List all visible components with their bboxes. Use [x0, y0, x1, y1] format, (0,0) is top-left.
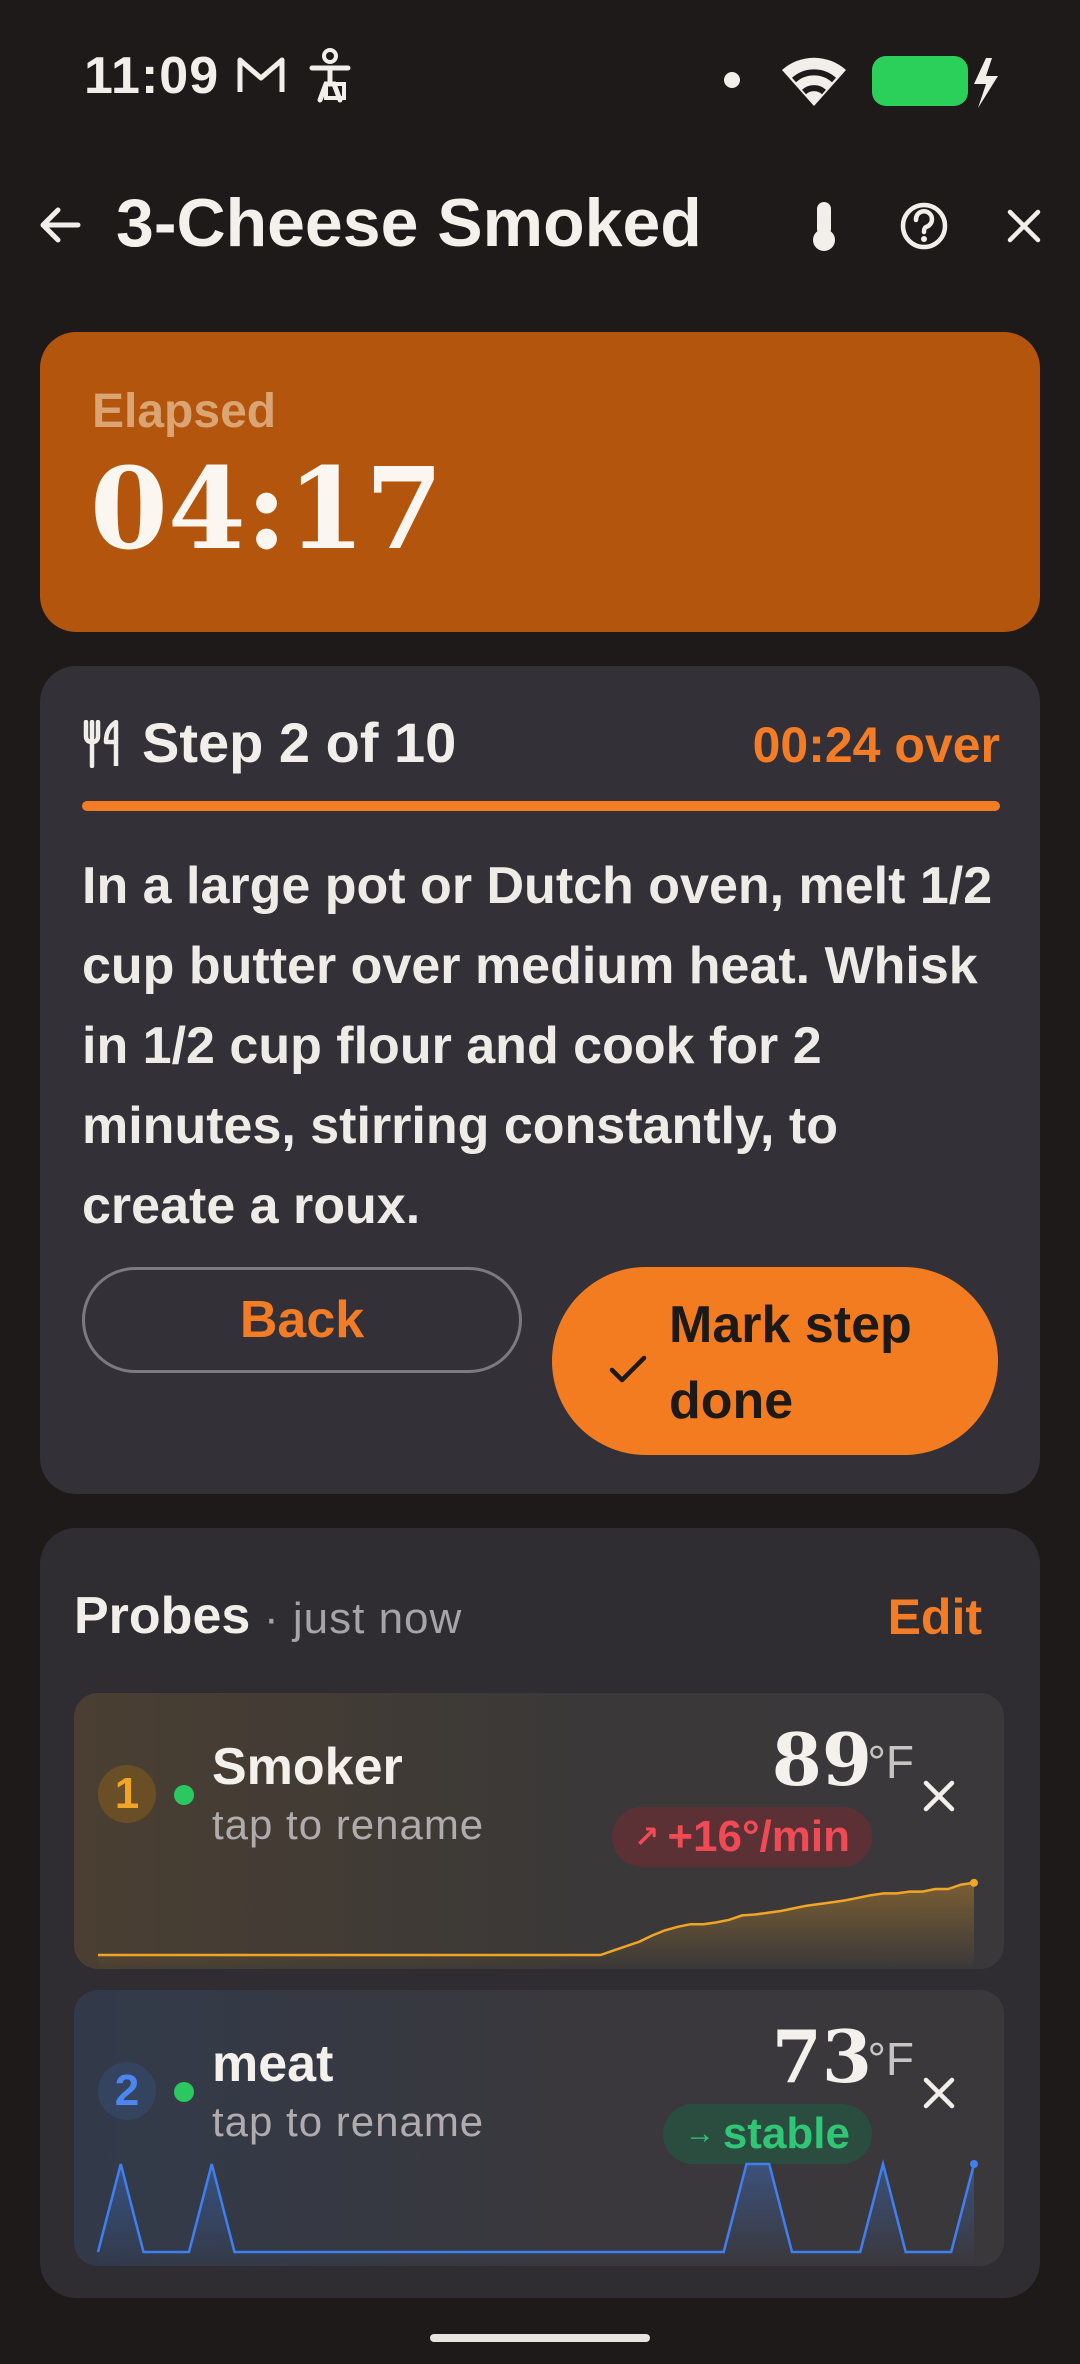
- probe-temperature: 73: [771, 2014, 872, 2099]
- probe-temperature: 89: [771, 1717, 872, 1802]
- probes-card: Probes · just now Edit 1 Smoker tap to r…: [40, 1528, 1040, 2298]
- probe-item[interactable]: 2 meat tap to rename 73 °F → stable: [74, 1990, 1004, 2266]
- probe-trend: stable: [722, 2109, 850, 2158]
- step-card: Step 2 of 10 00:24 over In a large pot o…: [40, 666, 1040, 1494]
- utensils-icon: [82, 716, 122, 781]
- elapsed-label: Elapsed: [92, 385, 277, 438]
- page-title: 3-Cheese Smoked: [116, 185, 702, 261]
- sparkline-latest-point: [970, 2160, 978, 2168]
- probe-connected-dot: [174, 1785, 194, 1805]
- remove-probe-icon[interactable]: [914, 2068, 964, 2118]
- probe-trend-badge: → stable: [662, 2104, 872, 2164]
- remove-probe-icon[interactable]: [914, 1771, 964, 1821]
- home-indicator[interactable]: [430, 2334, 650, 2342]
- trend-up-icon: ↗: [634, 1820, 660, 1854]
- elapsed-timer-card: Elapsed 04:17: [40, 332, 1040, 632]
- probe-sparkline: [98, 1878, 978, 1969]
- sparkline-latest-point: [970, 1878, 978, 1887]
- probe-unit: °F: [867, 1736, 915, 1788]
- status-bar: 11:09: [0, 0, 1080, 160]
- step-header: Step 2 of 10: [82, 710, 456, 781]
- probe-number: 2: [98, 2062, 156, 2120]
- probe-rename-hint: tap to rename: [212, 1801, 485, 1848]
- step-title: Step 2 of 10: [142, 711, 457, 774]
- back-arrow-icon[interactable]: [36, 200, 86, 250]
- probe-name[interactable]: meat: [212, 2034, 333, 2094]
- probe-rename-hint: tap to rename: [212, 2098, 485, 2145]
- thermometer-icon[interactable]: [796, 198, 852, 254]
- step-progress-bar: [82, 801, 1000, 811]
- probe-sparkline: [96, 2159, 978, 2266]
- mark-step-done-button[interactable]: Mark step done: [552, 1267, 998, 1455]
- close-icon[interactable]: [996, 198, 1052, 254]
- accessibility-icon: [306, 48, 354, 109]
- step-instruction: In a large pot or Dutch oven, melt 1/2 c…: [82, 857, 993, 1235]
- probes-title: Probes: [74, 1587, 251, 1645]
- elapsed-time: 04:17: [90, 444, 444, 575]
- step-over-timer: 00:24 over: [752, 717, 1000, 773]
- gmail-icon: [236, 52, 286, 101]
- app-header: 3-Cheese Smoked: [0, 170, 1080, 280]
- dot-icon: [722, 70, 742, 95]
- probe-trend: +16°/min: [667, 1812, 850, 1861]
- help-icon[interactable]: [896, 198, 952, 254]
- wifi-icon: [778, 50, 850, 115]
- probe-connected-dot: [174, 2082, 194, 2102]
- probe-unit: °F: [867, 2033, 915, 2085]
- back-button[interactable]: Back: [82, 1267, 522, 1373]
- sparkline-area: [98, 2164, 974, 2266]
- battery-charging-icon: [872, 54, 1000, 115]
- status-time: 11:09: [84, 47, 220, 105]
- probe-name[interactable]: Smoker: [212, 1737, 403, 1797]
- edit-probes-button[interactable]: Edit: [888, 1588, 982, 1646]
- probe-item[interactable]: 1 Smoker tap to rename 89 °F ↗ +16°/min: [74, 1693, 1004, 1969]
- mark-step-done-label: Mark step done: [669, 1296, 912, 1430]
- probe-number: 1: [98, 1765, 156, 1823]
- probes-updated: · just now: [264, 1594, 463, 1643]
- trend-flat-icon: →: [684, 2117, 715, 2150]
- probe-trend-badge: ↗ +16°/min: [612, 1807, 872, 1867]
- check-icon: [608, 1339, 648, 1399]
